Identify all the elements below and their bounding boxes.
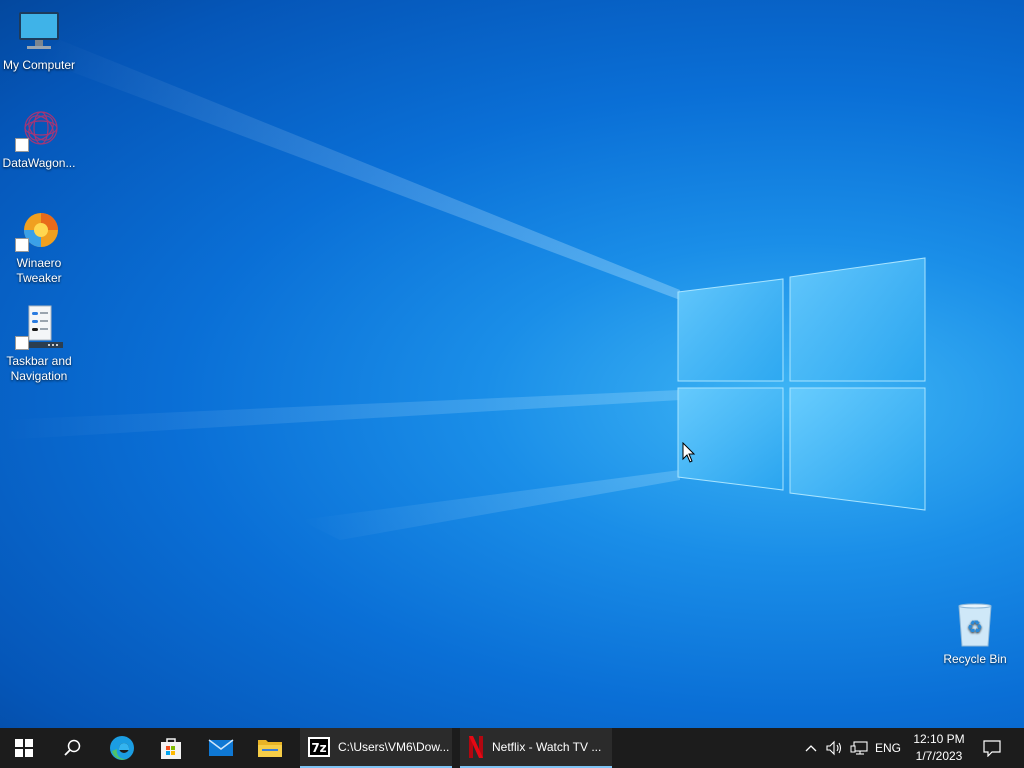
search-button[interactable] bbox=[48, 728, 96, 768]
taskbar-pinned-file-explorer[interactable] bbox=[246, 728, 294, 768]
desktop[interactable]: My Computer DataWagon... Winaero Tweaker… bbox=[0, 0, 1024, 728]
7zip-icon: 7z bbox=[308, 737, 330, 757]
volume-button[interactable] bbox=[823, 728, 847, 768]
desktop-icon-my-computer[interactable]: My Computer bbox=[0, 8, 78, 73]
desktop-icon-winaero-tweaker[interactable]: Winaero Tweaker bbox=[0, 206, 78, 286]
file-explorer-icon bbox=[258, 740, 282, 757]
action-center-icon bbox=[983, 740, 1001, 757]
taskbar-pinned-edge[interactable] bbox=[98, 728, 146, 768]
taskbar-app-label: C:\Users\VM6\Dow... bbox=[338, 740, 450, 754]
search-icon bbox=[64, 739, 81, 756]
taskbar-app-netflix[interactable]: Netflix - Watch TV ... bbox=[460, 728, 612, 768]
datawagon-icon bbox=[15, 106, 63, 154]
taskbar-app-7zip[interactable]: 7z C:\Users\VM6\Dow... bbox=[300, 728, 452, 768]
start-button[interactable] bbox=[0, 728, 48, 768]
desktop-icon-taskbar-navigation[interactable]: Taskbar and Navigation bbox=[0, 304, 78, 384]
input-language-indicator[interactable]: ENG bbox=[872, 728, 904, 768]
mouse-cursor-icon bbox=[682, 442, 696, 463]
language-label: ENG bbox=[874, 741, 901, 755]
monitor-icon bbox=[15, 8, 63, 56]
taskbar-settings-icon bbox=[15, 304, 63, 352]
chevron-up-icon bbox=[805, 745, 817, 752]
windows-logo-wallpaper bbox=[677, 257, 926, 511]
desktop-icon-label: Recycle Bin bbox=[943, 652, 1007, 666]
desktop-icon-datawagon[interactable]: DataWagon... bbox=[0, 106, 78, 171]
netflix-icon bbox=[469, 736, 483, 758]
clock-date: 1/7/2023 bbox=[915, 749, 963, 763]
winaero-tweaker-icon bbox=[15, 206, 63, 254]
taskbar-app-label: Netflix - Watch TV ... bbox=[492, 740, 602, 754]
taskbar-pinned-mail[interactable] bbox=[197, 728, 245, 768]
show-hidden-icons-button[interactable] bbox=[800, 728, 822, 768]
volume-icon bbox=[826, 740, 842, 756]
windows-start-icon bbox=[15, 739, 33, 757]
taskbar: 7z C:\Users\VM6\Dow... Netflix - Watch T… bbox=[0, 728, 1024, 768]
desktop-icon-label: My Computer bbox=[2, 58, 76, 72]
svg-text:7z: 7z bbox=[311, 741, 326, 755]
network-button[interactable] bbox=[848, 728, 870, 768]
svg-text:♻: ♻ bbox=[967, 617, 983, 638]
desktop-icon-label: Winaero Tweaker bbox=[16, 256, 62, 285]
store-icon bbox=[161, 738, 181, 759]
shortcut-arrow-icon bbox=[15, 138, 29, 152]
desktop-icon-recycle-bin[interactable]: ♻ Recycle Bin bbox=[936, 602, 1014, 667]
desktop-icon-label: Taskbar and Navigation bbox=[6, 354, 72, 383]
action-center-button[interactable] bbox=[978, 728, 1006, 768]
taskbar-clock[interactable]: 12:10 PM 1/7/2023 bbox=[910, 731, 968, 765]
desktop-icon-label: DataWagon... bbox=[2, 156, 76, 170]
recycle-bin-icon: ♻ bbox=[951, 602, 999, 650]
edge-icon bbox=[110, 736, 134, 760]
network-icon bbox=[850, 741, 868, 755]
shortcut-arrow-icon bbox=[15, 238, 29, 252]
shortcut-arrow-icon bbox=[15, 336, 29, 350]
mail-icon bbox=[208, 739, 234, 756]
taskbar-pinned-store[interactable] bbox=[147, 728, 195, 768]
clock-time: 12:10 PM bbox=[913, 732, 965, 746]
